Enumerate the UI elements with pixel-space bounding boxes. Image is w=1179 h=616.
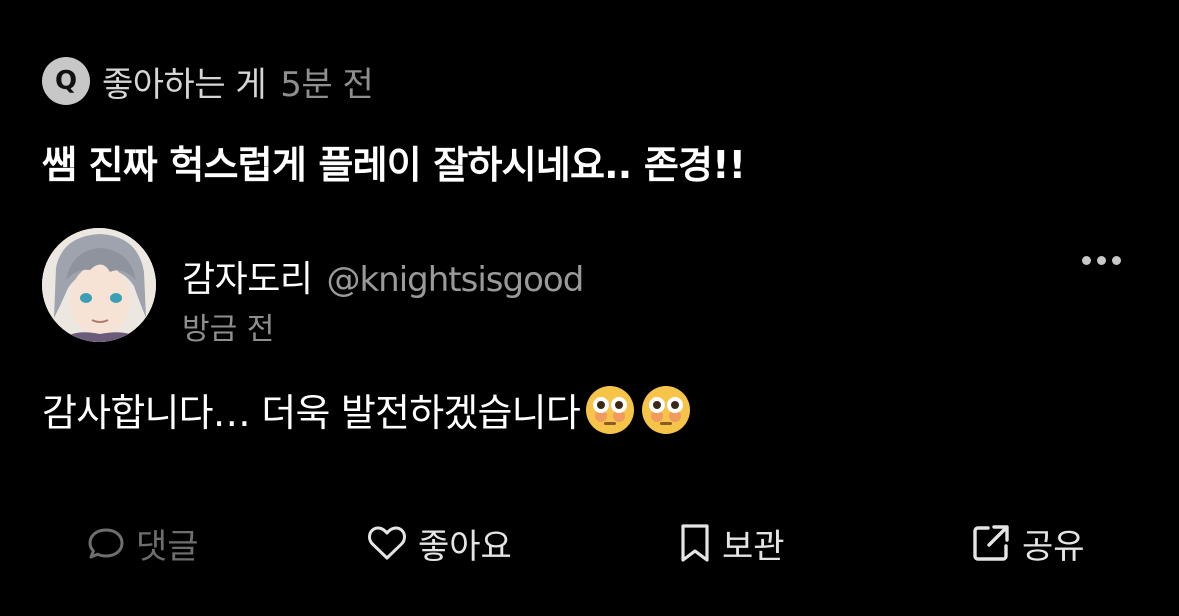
question-category-label: 좋아하는 게	[102, 64, 267, 105]
comment-label: 댓글	[136, 526, 199, 567]
reply-author-line: 감자도리 @knightsisgood	[182, 250, 584, 302]
bookmark-icon	[681, 524, 709, 562]
save-label: 보관	[722, 526, 785, 567]
avatar[interactable]	[42, 228, 156, 342]
like-button[interactable]: 좋아요	[366, 518, 512, 568]
author-handle[interactable]: @knightsisgood	[326, 260, 584, 300]
reply-timestamp: 방금 전	[182, 312, 275, 347]
more-options-icon[interactable]	[1082, 256, 1121, 265]
share-icon	[973, 525, 1009, 561]
more-dot	[1082, 256, 1091, 265]
more-dot	[1112, 256, 1121, 265]
share-button[interactable]: 공유	[970, 518, 1085, 568]
reply-body: 감사합니다… 더욱 발전하겠습니다	[42, 382, 692, 437]
question-badge: Q	[42, 57, 90, 105]
save-button[interactable]: 보관	[678, 518, 785, 568]
question-text: 쌤 진짜 헉스럽게 플레이 잘하시네요.. 존경!!	[42, 143, 746, 187]
comment-button[interactable]: 댓글	[86, 518, 199, 568]
flushed-face-emoji	[586, 385, 634, 434]
action-bar: 댓글 좋아요 보관 공유	[0, 518, 1179, 568]
share-label: 공유	[1022, 526, 1085, 567]
comment-icon	[88, 528, 124, 559]
author-name[interactable]: 감자도리	[182, 250, 313, 302]
question-meta-row: Q 좋아하는 게 5분 전	[42, 56, 374, 106]
reply-text: 감사합니다… 더욱 발전하겠습니다	[42, 391, 581, 435]
like-label: 좋아요	[418, 526, 512, 567]
question-timestamp: 5분 전	[280, 64, 374, 105]
heart-icon	[368, 526, 406, 560]
flushed-face-emoji	[642, 385, 690, 434]
more-dot	[1097, 256, 1106, 265]
avatar-illustration	[42, 228, 156, 342]
